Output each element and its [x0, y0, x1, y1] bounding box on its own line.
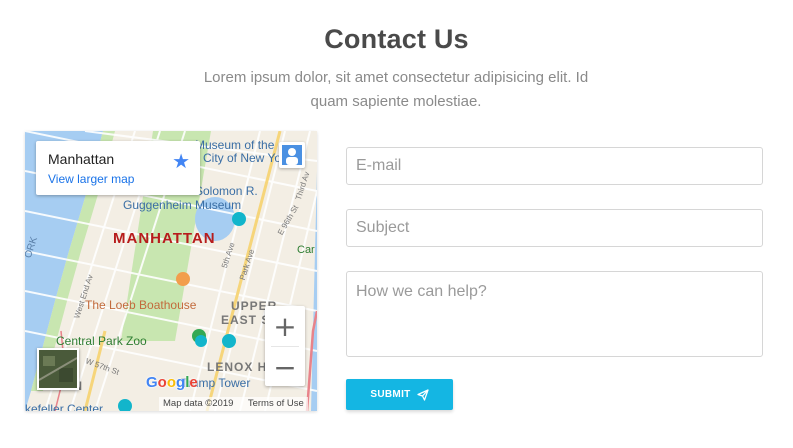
restaurant-marker[interactable] — [176, 272, 190, 286]
zoom-control: + − — [265, 306, 305, 386]
label-museum: Museum of the — [195, 138, 275, 152]
place-name: Manhattan — [48, 151, 115, 167]
google-logo-letter: o — [166, 374, 177, 391]
subject-field[interactable] — [346, 209, 763, 247]
page-subtitle: Lorem ipsum dolor, sit amet consectetur … — [203, 69, 589, 110]
label-east-side: EAST S — [221, 313, 270, 327]
terms-of-use-link[interactable]: Terms of Use — [248, 398, 304, 409]
label-central-park-zoo: Central Park Zoo — [56, 334, 147, 348]
label-car: Car — [297, 244, 315, 256]
google-logo: Google — [146, 374, 198, 391]
museum-marker[interactable] — [232, 212, 246, 226]
map-attribution: Map data ©2019 Terms of Use — [159, 397, 308, 411]
google-logo-letter: o — [157, 374, 167, 391]
place-card: Manhattan View larger map ★ — [36, 141, 200, 195]
message-field[interactable] — [346, 271, 763, 357]
page-title: Contact Us — [324, 24, 469, 54]
submit-label: SUBMIT — [370, 389, 411, 400]
embedded-map[interactable]: Museum of the City of New York Solomon R… — [25, 131, 317, 411]
label-loeb: The Loeb Boathouse — [85, 298, 197, 312]
pegman-icon[interactable] — [279, 142, 305, 168]
submit-button[interactable]: SUBMIT — [346, 379, 453, 410]
satellite-toggle[interactable] — [37, 348, 79, 390]
zoom-in-button[interactable]: + — [265, 306, 305, 346]
attraction-marker[interactable] — [195, 335, 207, 347]
map-data-text: Map data ©2019 — [163, 398, 234, 409]
label-manhattan: MANHATTAN — [113, 230, 216, 247]
label-rockefeller: kefeller Center — [25, 402, 103, 411]
google-logo-letter: G — [146, 374, 158, 391]
label-guggenheim: Guggenheim Museum — [123, 198, 241, 212]
view-larger-map-link[interactable]: View larger map — [48, 172, 134, 186]
star-icon[interactable]: ★ — [172, 149, 190, 174]
google-logo-letter: e — [189, 374, 198, 391]
paper-plane-icon — [416, 388, 429, 401]
museum-marker-2[interactable] — [222, 334, 236, 348]
email-field[interactable] — [346, 147, 763, 185]
google-logo-letter: g — [176, 374, 186, 391]
label-solomon: Solomon R. — [195, 184, 258, 198]
zoom-out-button[interactable]: − — [265, 347, 305, 387]
